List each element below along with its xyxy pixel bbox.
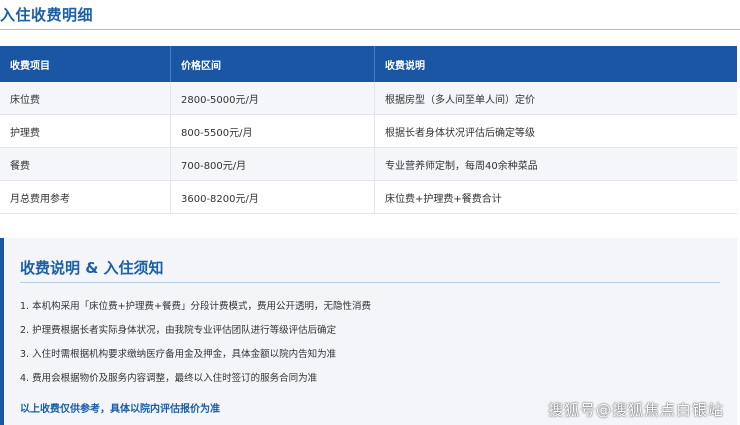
column-header-item: 收费项目 (0, 46, 171, 82)
list-item: 3. 入住时需根据机构要求缴纳医疗备用金及押金，具体金额以院内告知为准 (20, 349, 337, 360)
cell-item: 餐费 (0, 147, 171, 181)
column-header-description: 收费说明 (374, 46, 737, 82)
cell-description: 床位费+护理费+餐费合计 (374, 180, 737, 214)
cell-price: 800-5500元/月 (170, 114, 375, 148)
table-row: 护理费 800-5500元/月 根据长者身体状况评估后确定等级 (0, 114, 737, 148)
cell-item: 护理费 (0, 114, 171, 148)
list-item: 4. 费用会根据物价及服务内容调整，最终以入住时签订的服务合同为准 (20, 373, 318, 384)
cell-item: 月总费用参考 (0, 180, 171, 214)
fee-table: 收费项目 价格区间 收费说明 床位费 2800-5000元/月 根据房型（多人间… (0, 46, 737, 214)
cell-description: 根据房型（多人间至单人间）定价 (374, 82, 737, 115)
notes-list: 1. 本机构采用「床位费+护理费+餐费」分段计费模式，费用公开透明，无隐性消费 … (20, 300, 371, 396)
list-item: 2. 护理费根据长者实际身体状况，由我院专业评估团队进行等级评估后确定 (20, 325, 337, 336)
title-divider (0, 29, 740, 30)
table-row: 月总费用参考 3600-8200元/月 床位费+护理费+餐费合计 (0, 180, 737, 214)
table-header-row: 收费项目 价格区间 收费说明 (0, 46, 737, 82)
notes-divider (20, 282, 720, 283)
cell-price: 3600-8200元/月 (170, 180, 375, 214)
notes-title: 收费说明 & 入住须知 (20, 259, 164, 277)
watermark-text: 搜狐号@搜狐焦点白银站 (547, 401, 724, 419)
table-row: 餐费 700-800元/月 专业营养师定制，每周40余种菜品 (0, 147, 737, 181)
section-title: 入住收费明细 (0, 6, 94, 24)
list-item: 1. 本机构采用「床位费+护理费+餐费」分段计费模式，费用公开透明，无隐性消费 (20, 301, 372, 312)
cell-description: 专业营养师定制，每周40余种菜品 (374, 147, 737, 181)
table-row: 床位费 2800-5000元/月 根据房型（多人间至单人间）定价 (0, 82, 737, 115)
cell-price: 700-800元/月 (170, 147, 375, 181)
column-header-price: 价格区间 (170, 46, 375, 82)
notes-footer: 以上收费仅供参考，具体以院内评估报价为准 (20, 404, 220, 415)
cell-item: 床位费 (0, 82, 171, 115)
cell-description: 根据长者身体状况评估后确定等级 (374, 114, 737, 148)
notes-panel: 收费说明 & 入住须知 1. 本机构采用「床位费+护理费+餐费」分段计费模式，费… (0, 238, 737, 425)
cell-price: 2800-5000元/月 (170, 82, 375, 115)
